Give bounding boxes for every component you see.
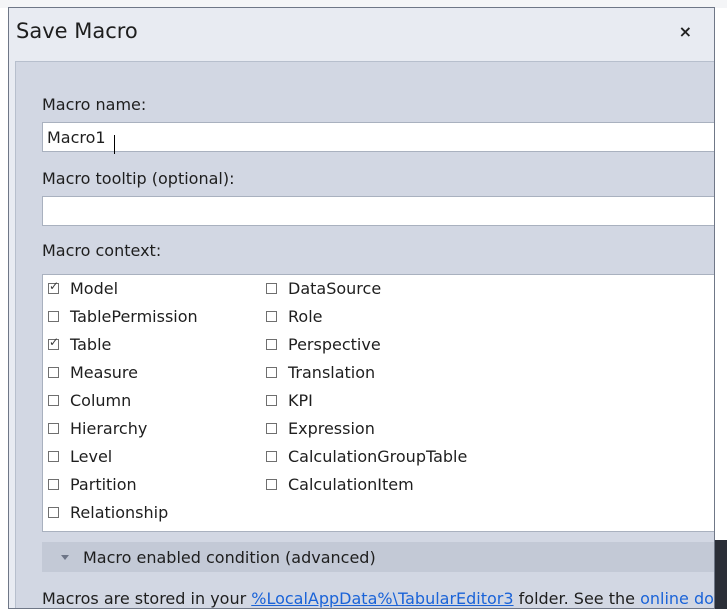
context-item[interactable]: Relationship: [48, 503, 168, 522]
context-item[interactable]: Partition: [48, 475, 137, 494]
context-item-label: Translation: [288, 363, 376, 382]
context-item[interactable]: TablePermission: [48, 307, 198, 326]
context-item-label: CalculationGroupTable: [288, 447, 468, 466]
context-item-label: Column: [70, 391, 132, 410]
context-item-label: Expression: [288, 419, 375, 438]
context-item[interactable]: Level: [48, 447, 112, 466]
checkbox[interactable]: [266, 367, 277, 378]
context-item[interactable]: Role: [266, 307, 322, 326]
context-item[interactable]: Measure: [48, 363, 138, 382]
local-appdata-link[interactable]: %LocalAppData%\TabularEditor3: [251, 589, 513, 608]
context-item-label: TablePermission: [70, 307, 198, 326]
background-window-edge: [715, 540, 727, 609]
context-item[interactable]: Perspective: [266, 335, 381, 354]
checkbox[interactable]: [48, 479, 59, 490]
footer-middle: folder. See the: [513, 589, 641, 608]
context-item-label: Model: [70, 279, 119, 298]
checkbox[interactable]: [48, 451, 59, 462]
checkbox[interactable]: [266, 479, 277, 490]
macro-tooltip-input[interactable]: [42, 196, 714, 226]
macro-context-label: Macro context:: [42, 241, 162, 260]
online-docs-link[interactable]: online do: [640, 589, 714, 608]
macro-name-label: Macro name:: [42, 95, 147, 114]
checkbox[interactable]: [266, 311, 277, 322]
checkbox[interactable]: [48, 423, 59, 434]
checkbox[interactable]: [266, 423, 277, 434]
dialog-content: Macro name: Macro tooltip (optional): Ma…: [15, 61, 714, 608]
footer-prefix: Macros are stored in your: [42, 589, 252, 608]
checkbox[interactable]: [266, 283, 277, 294]
context-item[interactable]: ✓ Table: [48, 335, 111, 354]
context-item-label: Measure: [70, 363, 138, 382]
checkbox[interactable]: [48, 507, 59, 518]
checkbox[interactable]: ✓: [48, 335, 60, 350]
checkmark-icon: ✓: [49, 335, 60, 349]
macro-name-input[interactable]: [42, 122, 714, 152]
save-macro-dialog: Save Macro × Macro name: Macro tooltip (…: [8, 7, 715, 609]
context-item-label: Partition: [70, 475, 137, 494]
checkbox[interactable]: ✓: [48, 279, 60, 294]
text-caret: [114, 135, 115, 154]
checkbox[interactable]: [266, 395, 277, 406]
context-item-label: Level: [70, 447, 113, 466]
context-item[interactable]: DataSource: [266, 279, 381, 298]
dialog-title: Save Macro: [16, 19, 138, 43]
checkbox[interactable]: [48, 311, 59, 322]
context-item-label: CalculationItem: [288, 475, 414, 494]
context-item-label: KPI: [288, 391, 313, 410]
context-item-label: Hierarchy: [70, 419, 148, 438]
context-item[interactable]: CalculationItem: [266, 475, 414, 494]
context-item-label: Role: [288, 307, 323, 326]
context-item-label: DataSource: [288, 279, 382, 298]
footer-text: Macros are stored in your %LocalAppData%…: [42, 589, 714, 608]
macro-enabled-condition-label: Macro enabled condition (advanced): [83, 547, 376, 567]
context-item[interactable]: KPI: [266, 391, 313, 410]
context-item[interactable]: ✓ Model: [48, 279, 118, 298]
context-item[interactable]: Translation: [266, 363, 375, 382]
context-item[interactable]: Column: [48, 391, 131, 410]
checkbox[interactable]: [266, 339, 277, 350]
context-item-label: Relationship: [70, 503, 169, 522]
context-item-label: Table: [70, 335, 112, 354]
checkbox[interactable]: [266, 451, 277, 462]
checkbox[interactable]: [48, 367, 59, 378]
macro-context-list: ✓ Model TablePermission ✓ Table Measure Column…: [42, 274, 714, 532]
collapse-arrow-icon: [61, 554, 69, 560]
macro-tooltip-label: Macro tooltip (optional):: [42, 169, 235, 188]
checkbox[interactable]: [48, 395, 59, 406]
macro-enabled-condition-expander[interactable]: Macro enabled condition (advanced): [42, 542, 714, 572]
close-icon[interactable]: ×: [679, 22, 692, 41]
context-item-label: Perspective: [288, 335, 381, 354]
context-item[interactable]: Expression: [266, 419, 375, 438]
context-item[interactable]: CalculationGroupTable: [266, 447, 467, 466]
checkmark-icon: ✓: [49, 279, 60, 293]
title-bar: Save Macro ×: [9, 8, 714, 58]
context-item[interactable]: Hierarchy: [48, 419, 147, 438]
